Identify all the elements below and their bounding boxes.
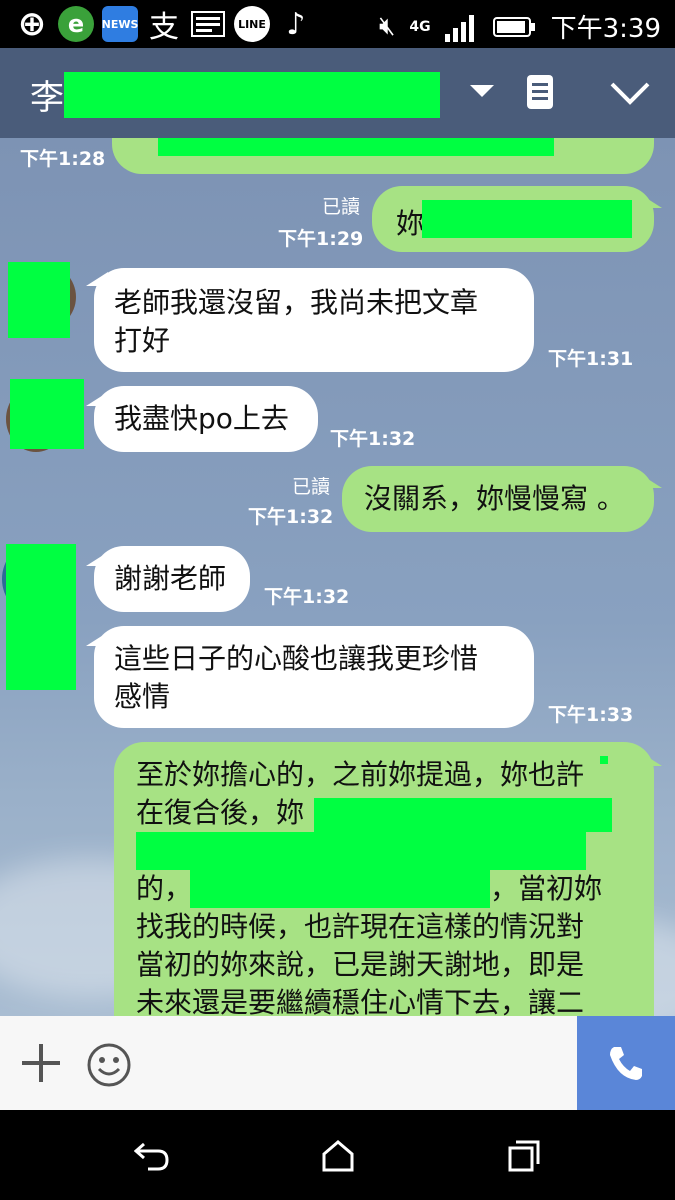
- home-icon[interactable]: [318, 1138, 358, 1174]
- status-bar: ⊕ e NEWS 支 LINE ♪ 🔇︎ 4G 下午3:39: [0, 0, 675, 48]
- image-icon: [190, 6, 226, 42]
- news-app-icon: NEWS: [102, 6, 138, 42]
- message-line: 打好: [114, 324, 171, 357]
- system-nav-bar: [0, 1110, 675, 1200]
- redacted-text: [600, 756, 608, 764]
- avatar[interactable]: [10, 379, 84, 449]
- call-button[interactable]: [577, 1016, 675, 1110]
- recents-icon[interactable]: [504, 1138, 544, 1174]
- message-line: 感情: [114, 680, 171, 713]
- signal-icon: [444, 14, 474, 42]
- status-right: 🔇︎ 4G 下午3:39: [379, 8, 661, 45]
- message-time: 下午1:33: [548, 704, 634, 726]
- phone-icon: [610, 1047, 642, 1080]
- notification-icons: ⊕ e NEWS 支 LINE ♪: [14, 4, 314, 45]
- read-receipt: 已讀: [322, 196, 361, 218]
- mute-icon: 🔇︎: [378, 11, 396, 41]
- message-line: 至於妳擔心的，之前妳提過，妳也許: [136, 758, 585, 791]
- ie-browser-icon: e: [58, 6, 94, 42]
- message-line: 我盡快po上去: [114, 402, 289, 435]
- redacted-text: [422, 200, 632, 238]
- add-icon: ⊕: [17, 4, 47, 44]
- message-line: 老師我還沒留，我尚未把文章: [114, 286, 479, 319]
- message-text-end: 。: [552, 138, 580, 140]
- collapse-icon[interactable]: [610, 82, 650, 110]
- message-line: 當初的妳來說，已是謝天謝地，即是: [136, 948, 585, 981]
- chat-title[interactable]: 李: [30, 70, 64, 119]
- clock: 下午3:39: [550, 14, 661, 44]
- back-icon[interactable]: [132, 1138, 172, 1174]
- line-app-icon: LINE: [234, 6, 270, 42]
- redacted-text: [136, 832, 586, 870]
- chat-header: 李: [0, 48, 675, 140]
- avatar[interactable]: [8, 262, 70, 338]
- read-receipt: 已讀: [292, 476, 331, 498]
- redacted-name: [64, 72, 440, 118]
- redacted-text: [190, 870, 490, 908]
- emoji-icon[interactable]: [86, 1042, 132, 1092]
- message-line: 這些日子的心酸也讓我更珍惜: [114, 642, 479, 675]
- redacted-text: [158, 138, 554, 156]
- redacted-text: [314, 798, 612, 832]
- avatar[interactable]: [6, 544, 76, 690]
- message-time: 下午1:31: [548, 348, 634, 370]
- battery-icon: [492, 16, 535, 37]
- message-time: 下午1:32: [264, 586, 350, 608]
- input-bar: [0, 1016, 675, 1110]
- message-line: 未來還是要繼續穩住心情下去，讓二: [136, 986, 585, 1016]
- message-time: 下午1:32: [330, 428, 416, 450]
- chevron-down-icon[interactable]: [470, 84, 494, 103]
- message-line: 沒關系，妳慢慢寫 。: [364, 482, 625, 515]
- message-time: 下午1:32: [248, 506, 334, 528]
- message-line: 謝謝老師: [114, 562, 227, 595]
- message-text: 妳: [396, 207, 425, 240]
- message-time: 下午1:29: [278, 228, 364, 250]
- notes-icon[interactable]: [526, 74, 554, 114]
- chat-area[interactable]: 很 。 下午1:28 妳 已讀 下午1:29 老師我還沒留，我尚未把文章 打好 …: [0, 138, 675, 1016]
- message-line: 找我的時候，也許現在這樣的情況對: [136, 910, 585, 943]
- plus-icon[interactable]: [20, 1042, 62, 1088]
- network-type: 4G: [409, 18, 431, 35]
- music-icon: ♪: [286, 6, 306, 42]
- message-time: 下午1:28: [20, 148, 106, 170]
- alipay-icon: 支: [149, 10, 179, 45]
